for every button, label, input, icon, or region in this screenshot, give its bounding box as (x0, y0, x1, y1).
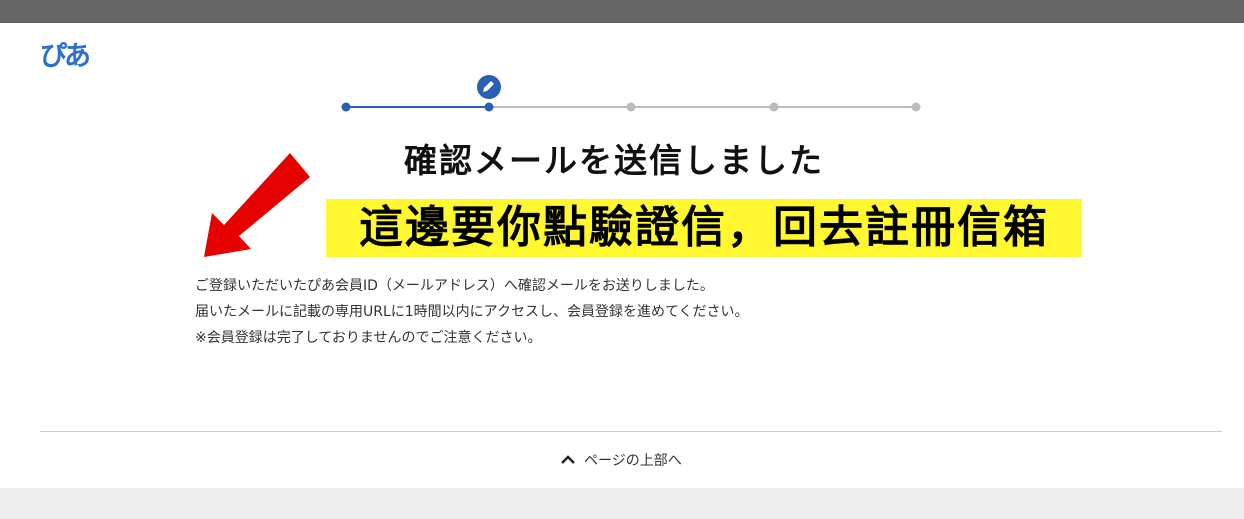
footer-band (0, 488, 1244, 519)
step-dot-4 (769, 102, 779, 112)
top-bar (0, 0, 1244, 23)
step-dot-2 (484, 102, 494, 112)
divider (40, 431, 1222, 432)
message-line-3: ※会員登録は完了しておりませんのでご注意ください。 (195, 330, 542, 346)
progress-stepper (341, 75, 921, 112)
step-dot-5 (911, 102, 921, 112)
step-dot-3 (626, 102, 636, 112)
annotation-overlay-text: 這邊要你點驗證信，回去註冊信箱 (359, 202, 1049, 253)
message-line-2: 届いたメールに記載の専用URLに1時間以内にアクセスし、会員登録を進めてください… (195, 304, 749, 320)
page-top-link[interactable]: ページの上部へ (560, 449, 682, 471)
chevron-up-icon (561, 455, 575, 464)
step-dot-1 (341, 102, 351, 112)
message-line-1: ご登録いただいたぴあ会員ID（メールアドレス）へ確認メールをお送りしました。 (195, 278, 714, 294)
pia-logo[interactable]: ぴあ (40, 42, 91, 72)
red-arrow-icon (204, 153, 310, 257)
page-top-label: ページの上部へ (584, 453, 682, 469)
page-title: 確認メールを送信しました (404, 141, 824, 180)
pencil-icon (477, 75, 501, 99)
confirmation-message: ご登録いただいたぴあ会員ID（メールアドレス）へ確認メールをお送りしました。 届… (195, 273, 749, 351)
